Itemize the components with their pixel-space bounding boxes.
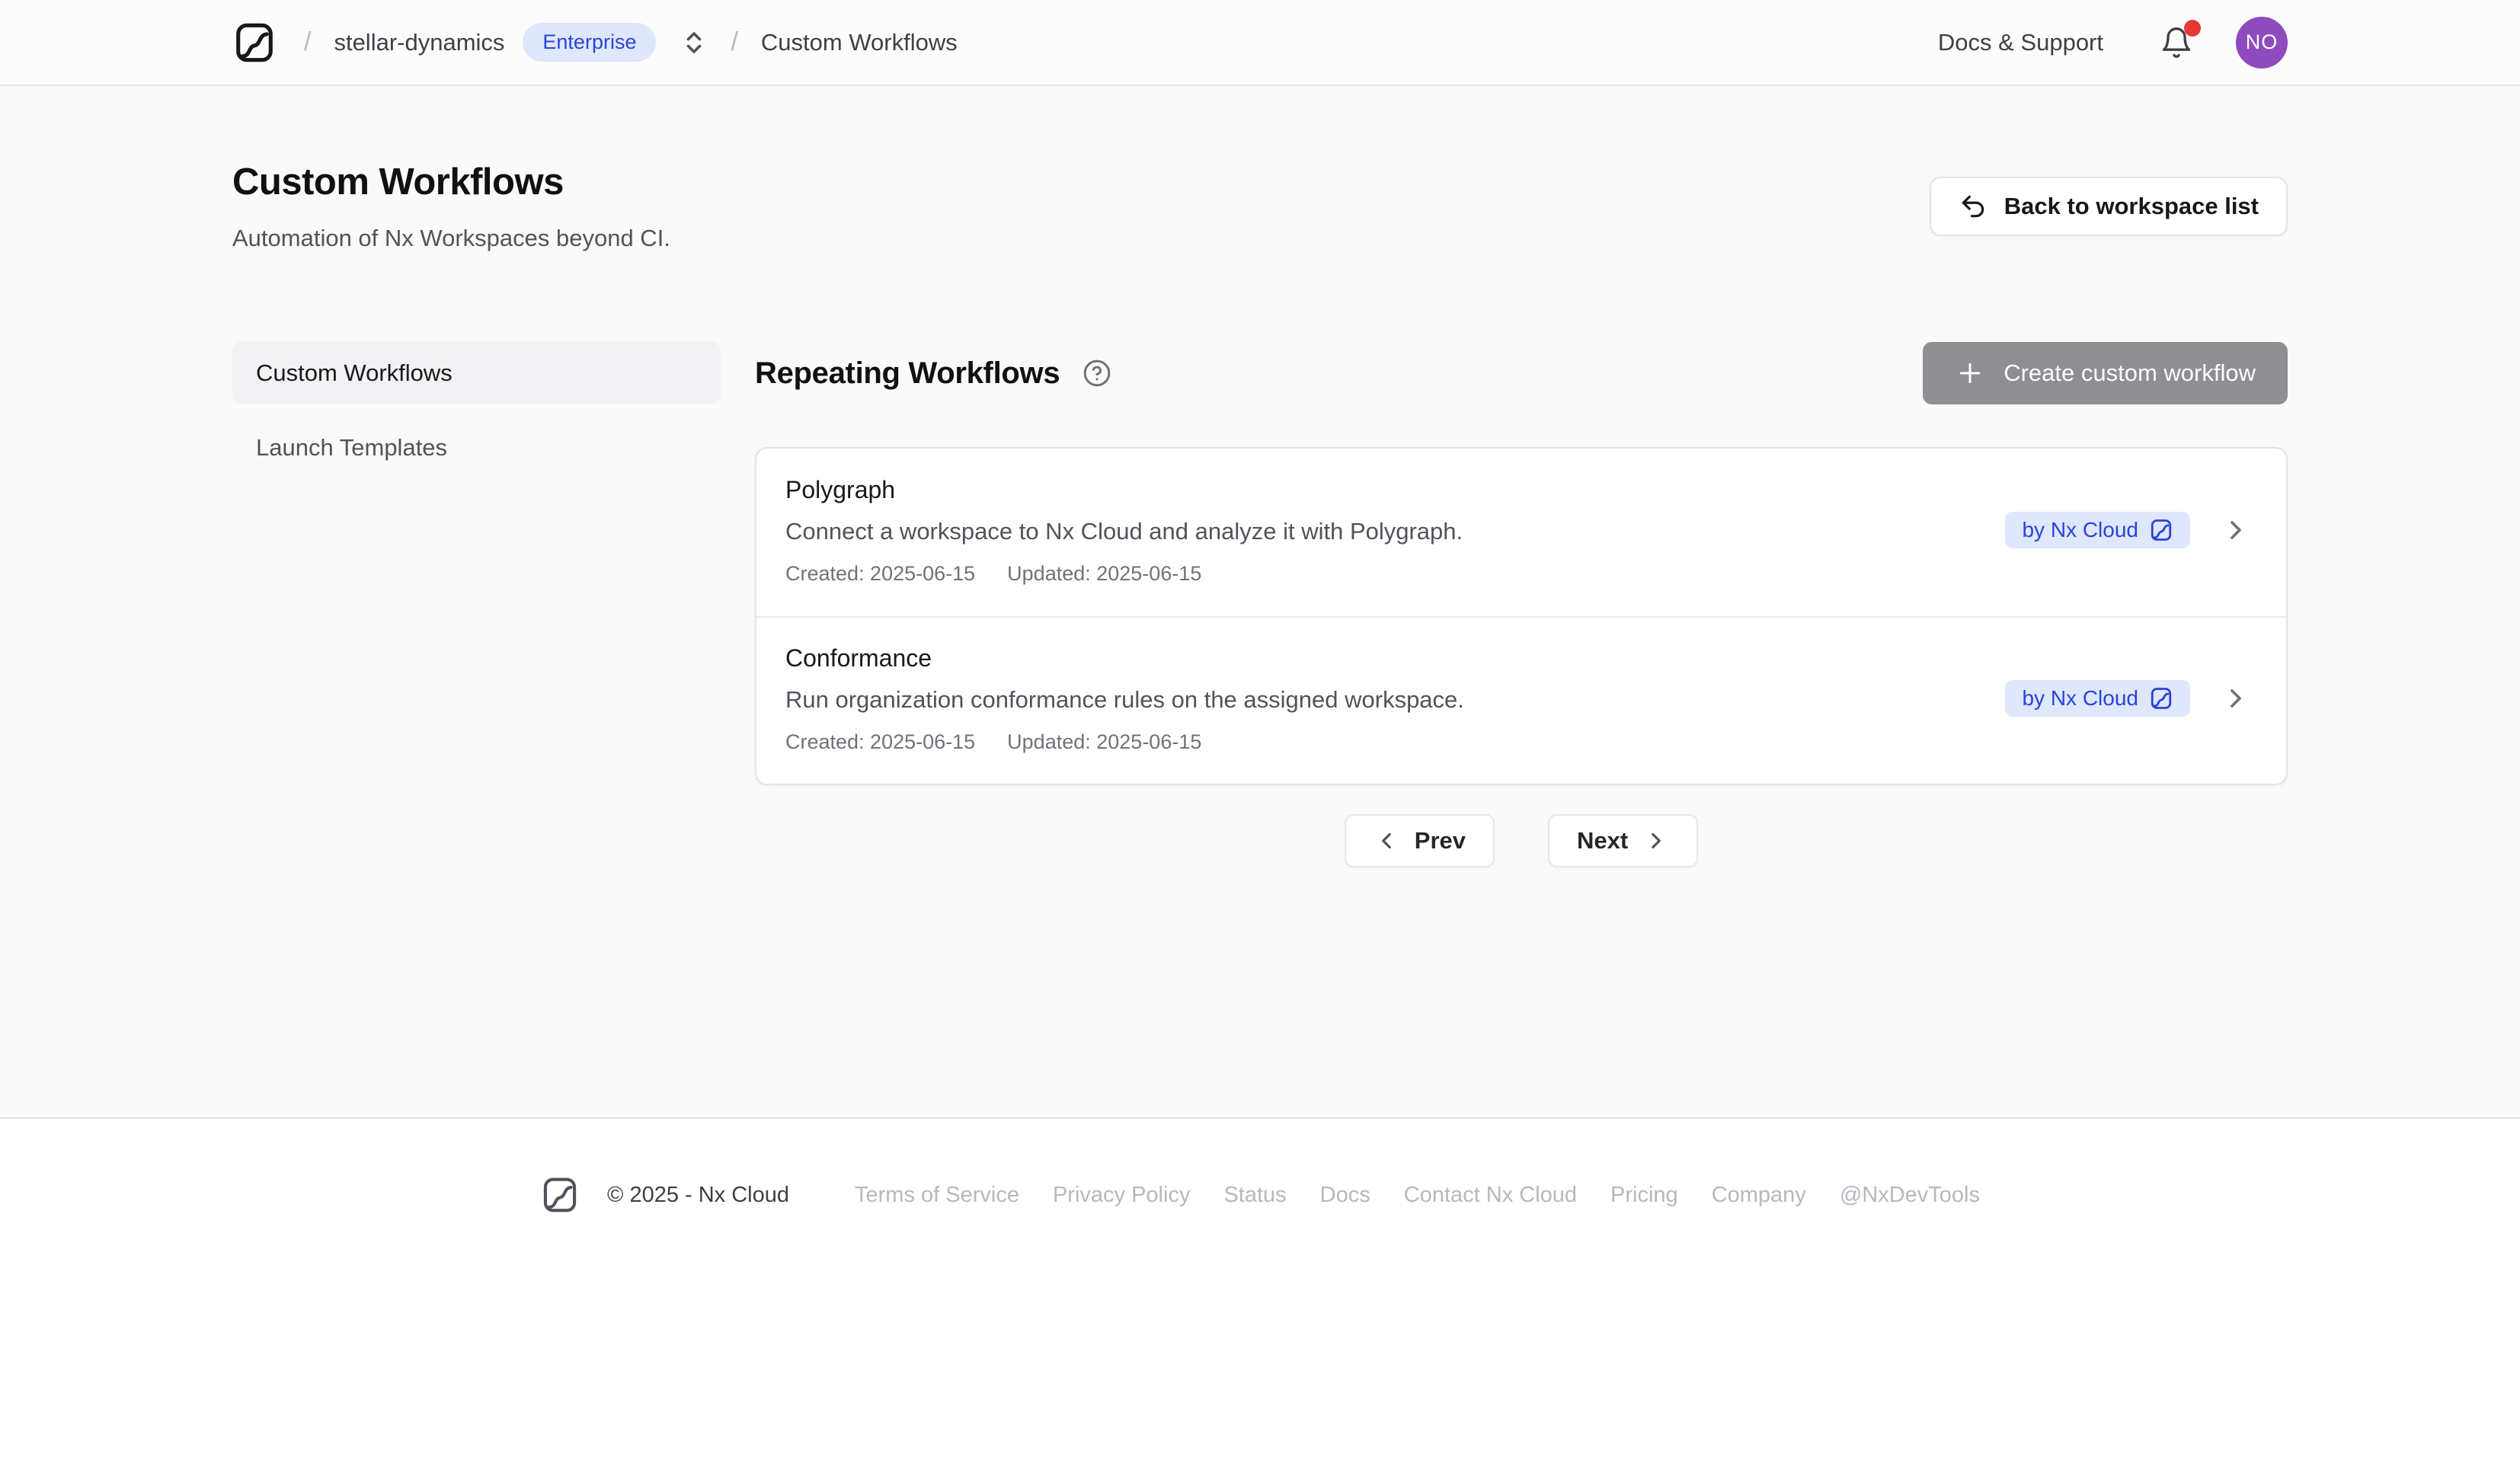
breadcrumb-page-name[interactable]: Custom Workflows [761,29,958,56]
breadcrumb-separator: / [304,27,311,57]
workflow-info: Conformance Run organization conformance… [785,643,1464,755]
badge-label: by Nx Cloud [2022,686,2138,711]
page-title: Custom Workflows [232,161,670,203]
workflow-created-date: Created: 2025-06-15 [785,562,975,586]
page-footer: © 2025 - Nx Cloud Terms of Service Priva… [0,1117,2520,1477]
chevron-left-icon [1374,828,1399,854]
top-navbar: / stellar-dynamics Enterprise / Custom W… [0,0,2520,86]
footer-link-docs[interactable]: Docs [1320,1183,1370,1208]
next-button-label: Next [1577,827,1628,854]
nx-logo-icon [540,1174,580,1216]
create-custom-workflow-button[interactable]: Create custom workflow [1923,342,2288,404]
chevron-right-icon[interactable] [2221,683,2251,714]
settings-sidebar: Custom Workflows Launch Templates [232,342,721,867]
nx-logo-icon[interactable] [232,18,281,67]
workflow-name: Conformance [785,643,1464,675]
sidebar-item-custom-workflows[interactable]: Custom Workflows [232,342,721,404]
enterprise-plan-badge: Enterprise [523,23,656,62]
plus-icon [1955,358,1985,388]
workflow-row-polygraph[interactable]: Polygraph Connect a workspace to Nx Clou… [756,449,2286,616]
help-circle-icon[interactable] [1083,359,1111,388]
navbar-actions: Docs & Support NO [1938,17,2288,69]
breadcrumb-separator: / [731,27,737,57]
workflows-section: Repeating Workflows [755,342,2288,867]
breadcrumb: / stellar-dynamics Enterprise / Custom W… [232,18,958,67]
workflow-description: Run organization conformance rules on th… [785,685,1464,715]
workflow-updated-date: Updated: 2025-06-15 [1007,730,1201,754]
workflow-updated-date: Updated: 2025-06-15 [1007,562,1201,586]
breadcrumb-org-name[interactable]: stellar-dynamics [334,29,504,56]
notifications-button[interactable] [2160,26,2193,59]
return-arrow-icon [1959,192,1988,221]
nx-logo-icon [2149,518,2173,542]
sidebar-item-label: Launch Templates [256,434,447,462]
next-page-button[interactable]: Next [1548,814,1698,867]
notification-dot [2184,20,2201,37]
workflow-name: Polygraph [785,474,1463,506]
footer-link-nxdevtools[interactable]: @NxDevTools [1840,1183,1980,1208]
section-title: Repeating Workflows [755,356,1060,391]
workflow-created-date: Created: 2025-06-15 [785,730,975,754]
by-nx-cloud-badge[interactable]: by Nx Cloud [2005,680,2190,717]
footer-link-privacy[interactable]: Privacy Policy [1053,1183,1191,1208]
create-button-label: Create custom workflow [2004,359,2256,387]
footer-link-contact[interactable]: Contact Nx Cloud [1404,1183,1577,1208]
page-header: Custom Workflows Automation of Nx Worksp… [232,86,2288,252]
prev-button-label: Prev [1415,827,1466,854]
sidebar-item-label: Custom Workflows [256,359,453,387]
chevron-right-icon[interactable] [2221,515,2251,545]
user-avatar[interactable]: NO [2236,17,2288,69]
by-nx-cloud-badge[interactable]: by Nx Cloud [2005,512,2190,548]
prev-page-button[interactable]: Prev [1345,814,1495,867]
workflow-info: Polygraph Connect a workspace to Nx Clou… [785,474,1463,586]
footer-link-status[interactable]: Status [1223,1183,1286,1208]
workflow-description: Connect a workspace to Nx Cloud and anal… [785,516,1463,547]
copyright-text: © 2025 - Nx Cloud [607,1183,789,1208]
pagination: Prev Next [755,814,2288,867]
nx-logo-icon [2149,686,2173,711]
docs-support-link[interactable]: Docs & Support [1938,29,2103,56]
footer-links: Terms of Service Privacy Policy Status D… [855,1183,1980,1208]
footer-link-terms[interactable]: Terms of Service [855,1183,1019,1208]
page-subtitle: Automation of Nx Workspaces beyond CI. [232,225,670,252]
back-button-label: Back to workspace list [2004,193,2259,220]
badge-label: by Nx Cloud [2022,518,2138,542]
footer-link-company[interactable]: Company [1712,1183,1806,1208]
workflow-row-conformance[interactable]: Conformance Run organization conformance… [756,616,2286,784]
sidebar-item-launch-templates[interactable]: Launch Templates [232,424,721,471]
footer-link-pricing[interactable]: Pricing [1610,1183,1678,1208]
page-body: Custom Workflows Automation of Nx Worksp… [0,86,2520,1117]
chevron-right-icon [1643,828,1669,854]
org-switcher-chevrons-icon[interactable] [680,29,708,56]
back-to-workspace-list-button[interactable]: Back to workspace list [1930,177,2288,236]
workflows-list-card: Polygraph Connect a workspace to Nx Clou… [755,447,2288,785]
